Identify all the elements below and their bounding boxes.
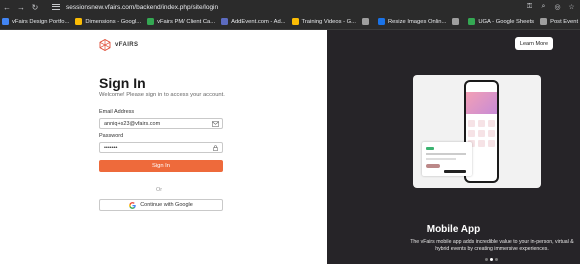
mobile-app-mockup-image: [413, 75, 541, 188]
bookmark-favicon-icon: [75, 18, 83, 25]
bookmark-item[interactable]: UGA - Google Sheets: [468, 18, 534, 25]
promo-description: The vFairs mobile app adds incredible va…: [410, 239, 574, 252]
app-card-mockup: [422, 142, 472, 176]
envelope-icon: [212, 121, 219, 127]
bookmark-favicon-icon: [362, 18, 369, 25]
star-icon[interactable]: ☆: [567, 3, 576, 12]
forward-icon[interactable]: →: [14, 0, 28, 14]
bookmark-label: Training Videos - G...: [301, 18, 356, 25]
bookmark-favicon-icon: [468, 18, 476, 25]
bookmark-label: UGA - Google Sheets: [478, 18, 535, 25]
email-input[interactable]: [104, 120, 204, 127]
bookmark-favicon-icon: [147, 18, 155, 25]
carousel-dot[interactable]: [485, 258, 488, 261]
back-icon[interactable]: ←: [0, 0, 14, 14]
bookmark-item[interactable]: Dimensions - Googl...: [75, 18, 141, 25]
bookmark-label: vFairs PM/ Client Ca...: [157, 18, 216, 25]
page-subtitle: Welcome! Please sign in to access your a…: [99, 92, 225, 98]
bookmark-item[interactable]: AddEvent.com - Ad...: [221, 18, 286, 25]
bookmark-item[interactable]: Resize Images Onlin...: [378, 18, 446, 25]
address-bar[interactable]: sessionsnew.vfairs.com/backend/index.php…: [52, 2, 525, 13]
bookmarks-bar: vFairs Design Portfo... Dimensions - Goog…: [0, 14, 580, 30]
bookmark-item[interactable]: [362, 18, 372, 25]
lock-icon: [213, 145, 218, 151]
email-field[interactable]: [99, 118, 223, 129]
carousel-dot-active[interactable]: [490, 258, 493, 261]
browser-toolbar: ← → ↻ sessionsnew.vfairs.com/backend/ind…: [0, 0, 580, 14]
login-panel: vFAIRS Sign In Welcome! Please sign in t…: [0, 30, 327, 264]
bookmark-favicon-icon: [378, 18, 385, 25]
page-title: Sign In: [99, 75, 146, 91]
promo-title: Mobile App: [426, 224, 481, 235]
bookmark-label: Dimensions - Googl...: [85, 18, 142, 25]
bookmark-item[interactable]: vFairs Design Portfo...: [2, 18, 69, 25]
password-field[interactable]: •••••••: [99, 142, 223, 153]
bookmark-label: AddEvent.com - Ad...: [231, 18, 286, 25]
carousel-dot[interactable]: [495, 258, 498, 261]
password-input[interactable]: •••••••: [104, 145, 117, 151]
carousel-dots: [485, 258, 498, 261]
bookmark-favicon-icon: [291, 18, 299, 25]
incognito-icon[interactable]: ◎: [553, 3, 562, 12]
password-key-icon[interactable]: ⚿: [525, 3, 534, 12]
promo-panel: Learn More Mobile App The vFairs mobile …: [327, 30, 580, 264]
bookmark-item[interactable]: [452, 18, 462, 25]
bookmark-label: Resize Images Onlin...: [388, 18, 447, 25]
bookmark-item[interactable]: Post Event - Client F...: [540, 18, 580, 25]
bookmark-item[interactable]: vFairs PM/ Client Ca...: [147, 18, 215, 25]
bookmark-item[interactable]: Training Videos - G...: [291, 18, 356, 25]
bookmark-favicon-icon: [2, 18, 9, 25]
site-settings-icon[interactable]: [52, 3, 60, 11]
zoom-icon[interactable]: ⌕: [539, 3, 548, 12]
google-icon: [129, 201, 136, 209]
bookmark-favicon-icon: [540, 18, 548, 25]
reload-icon[interactable]: ↻: [28, 0, 42, 14]
bookmark-favicon-icon: [221, 18, 229, 25]
sign-in-button[interactable]: Sign In: [99, 160, 223, 172]
url-text: sessionsnew.vfairs.com/backend/index.php…: [66, 3, 219, 11]
vfairs-logo: vFAIRS: [99, 39, 138, 51]
logo-text: vFAIRS: [115, 42, 139, 48]
email-label: Email Address: [99, 109, 135, 115]
bookmark-label: vFairs Design Portfo...: [12, 18, 70, 25]
or-divider: Or: [156, 187, 163, 193]
vfairs-logo-icon: [99, 39, 111, 51]
bookmark-favicon-icon: [452, 18, 460, 25]
continue-with-google-button[interactable]: Continue with Google: [99, 199, 223, 211]
bookmark-label: Post Event - Client F...: [550, 18, 580, 25]
google-button-label: Continue with Google: [140, 202, 193, 208]
learn-more-button[interactable]: Learn More: [515, 37, 553, 50]
password-label: Password: [99, 133, 124, 139]
